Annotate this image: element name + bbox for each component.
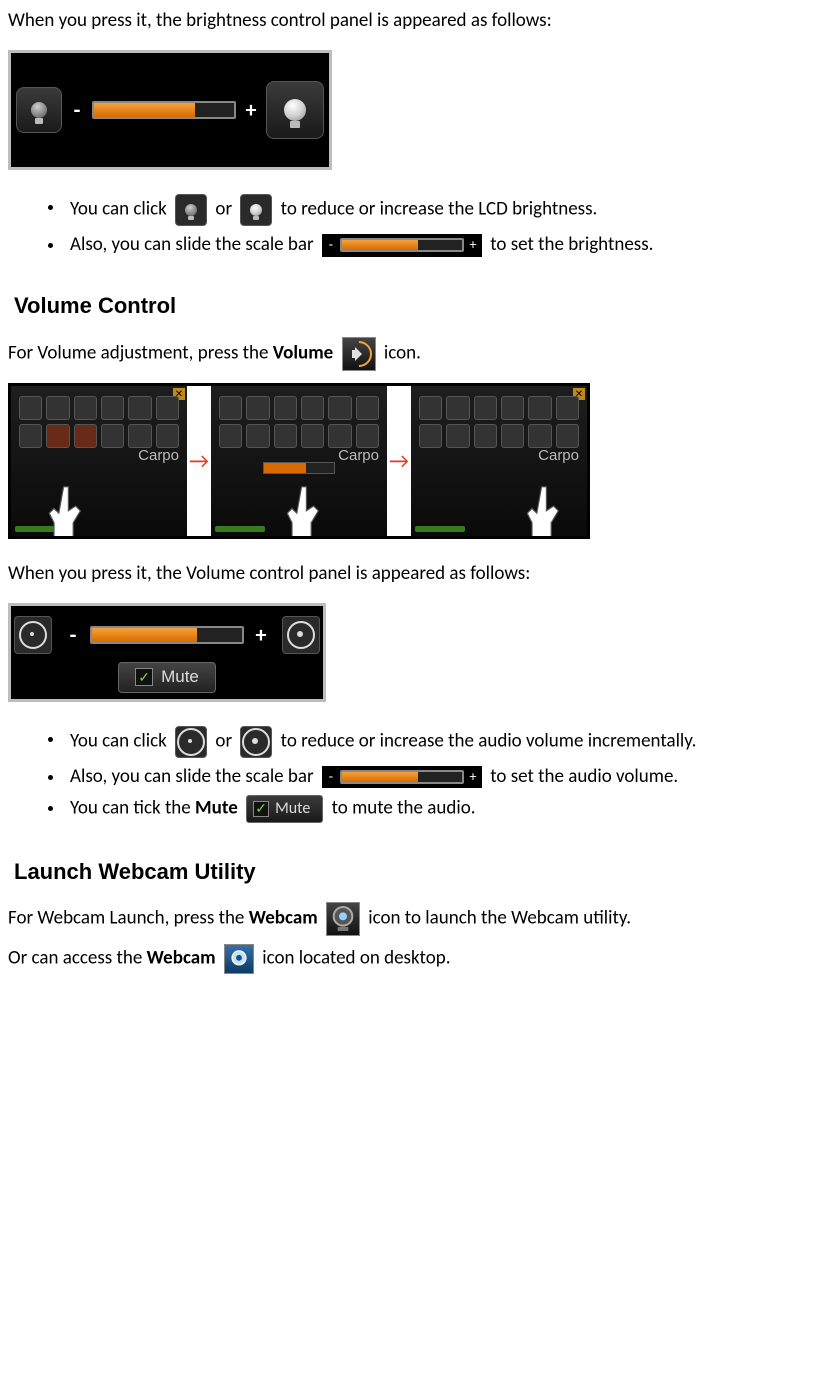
carpo-label: Carpo — [138, 446, 179, 466]
list-item: You can click or to reduce or increase t… — [48, 194, 820, 226]
minus-sign: - — [70, 95, 84, 125]
brightness-bullets: You can click or to reduce or increase t… — [8, 194, 820, 258]
webcam-line-1: For Webcam Launch, press the Webcam icon… — [8, 902, 820, 936]
speaker-high-icon[interactable] — [240, 726, 272, 758]
webcam-icon — [225, 945, 253, 973]
heading-webcam: Launch Webcam Utility — [14, 857, 820, 887]
heading-volume-control: Volume Control — [14, 291, 820, 321]
volume-bullets: You can click or to reduce or increase t… — [8, 726, 820, 823]
list-item: You can click or to reduce or increase t… — [48, 726, 820, 758]
volume-inline-slider[interactable]: - + — [322, 766, 482, 789]
minus-sign: - — [66, 620, 80, 650]
plus-sign: + — [244, 95, 258, 125]
webcam-icon — [327, 903, 359, 935]
volume-sequence-figure: ✕ Carpo → Carpo — [8, 383, 590, 539]
volume-increase-button[interactable] — [282, 616, 320, 654]
brightness-increase-button[interactable] — [266, 81, 324, 139]
arrow-icon: → — [387, 446, 411, 476]
webcam-line-2: Or can access the Webcam icon located on… — [8, 944, 820, 974]
slider-icon — [263, 462, 335, 474]
bulb-dim-icon — [31, 102, 47, 118]
volume-app-icon[interactable] — [342, 337, 376, 371]
brightness-panel-figure: - + — [8, 50, 332, 170]
list-item: You can tick the Mute ✓ Mute to mute the… — [48, 795, 820, 823]
intro-text: When you press it, the brightness contro… — [8, 8, 820, 34]
carpo-label: Carpo — [338, 446, 379, 466]
intro-text: When you press it, the Volume control pa… — [8, 561, 820, 587]
webcam-desktop-icon[interactable] — [224, 944, 254, 974]
sequence-step: ✕ Carpo — [11, 386, 187, 536]
arrow-icon: → — [187, 446, 211, 476]
webcam-app-icon[interactable] — [326, 902, 360, 936]
brightness-inline-slider[interactable]: - + — [322, 234, 482, 257]
sequence-step: ✕ Carpo — [411, 386, 587, 536]
list-item: Also, you can slide the scale bar - + to… — [48, 764, 820, 790]
list-item: Also, you can slide the scale bar - + to… — [48, 232, 820, 258]
plus-sign: + — [254, 620, 268, 650]
volume-panel-figure: - + ✓ Mute — [8, 603, 326, 702]
speaker-high-icon — [287, 621, 315, 649]
checkbox-icon: ✓ — [135, 668, 153, 686]
bulb-dim-icon[interactable] — [175, 194, 207, 226]
sequence-step: Carpo — [211, 386, 387, 536]
speaker-low-icon — [19, 621, 47, 649]
speaker-low-icon[interactable] — [175, 726, 207, 758]
bulb-bright-icon[interactable] — [240, 194, 272, 226]
brightness-decrease-button[interactable] — [16, 87, 62, 133]
volume-decrease-button[interactable] — [14, 616, 52, 654]
mute-label: Mute — [161, 666, 199, 689]
brightness-slider[interactable] — [92, 101, 236, 119]
carpo-label: Carpo — [538, 446, 579, 466]
mute-inline-toggle[interactable]: ✓ Mute — [246, 795, 323, 823]
checkbox-icon: ✓ — [253, 801, 269, 817]
bulb-bright-icon — [284, 99, 306, 121]
mute-toggle[interactable]: ✓ Mute — [118, 662, 216, 693]
volume-slider[interactable] — [90, 626, 244, 644]
volume-intro: For Volume adjustment, press the Volume … — [8, 337, 820, 371]
